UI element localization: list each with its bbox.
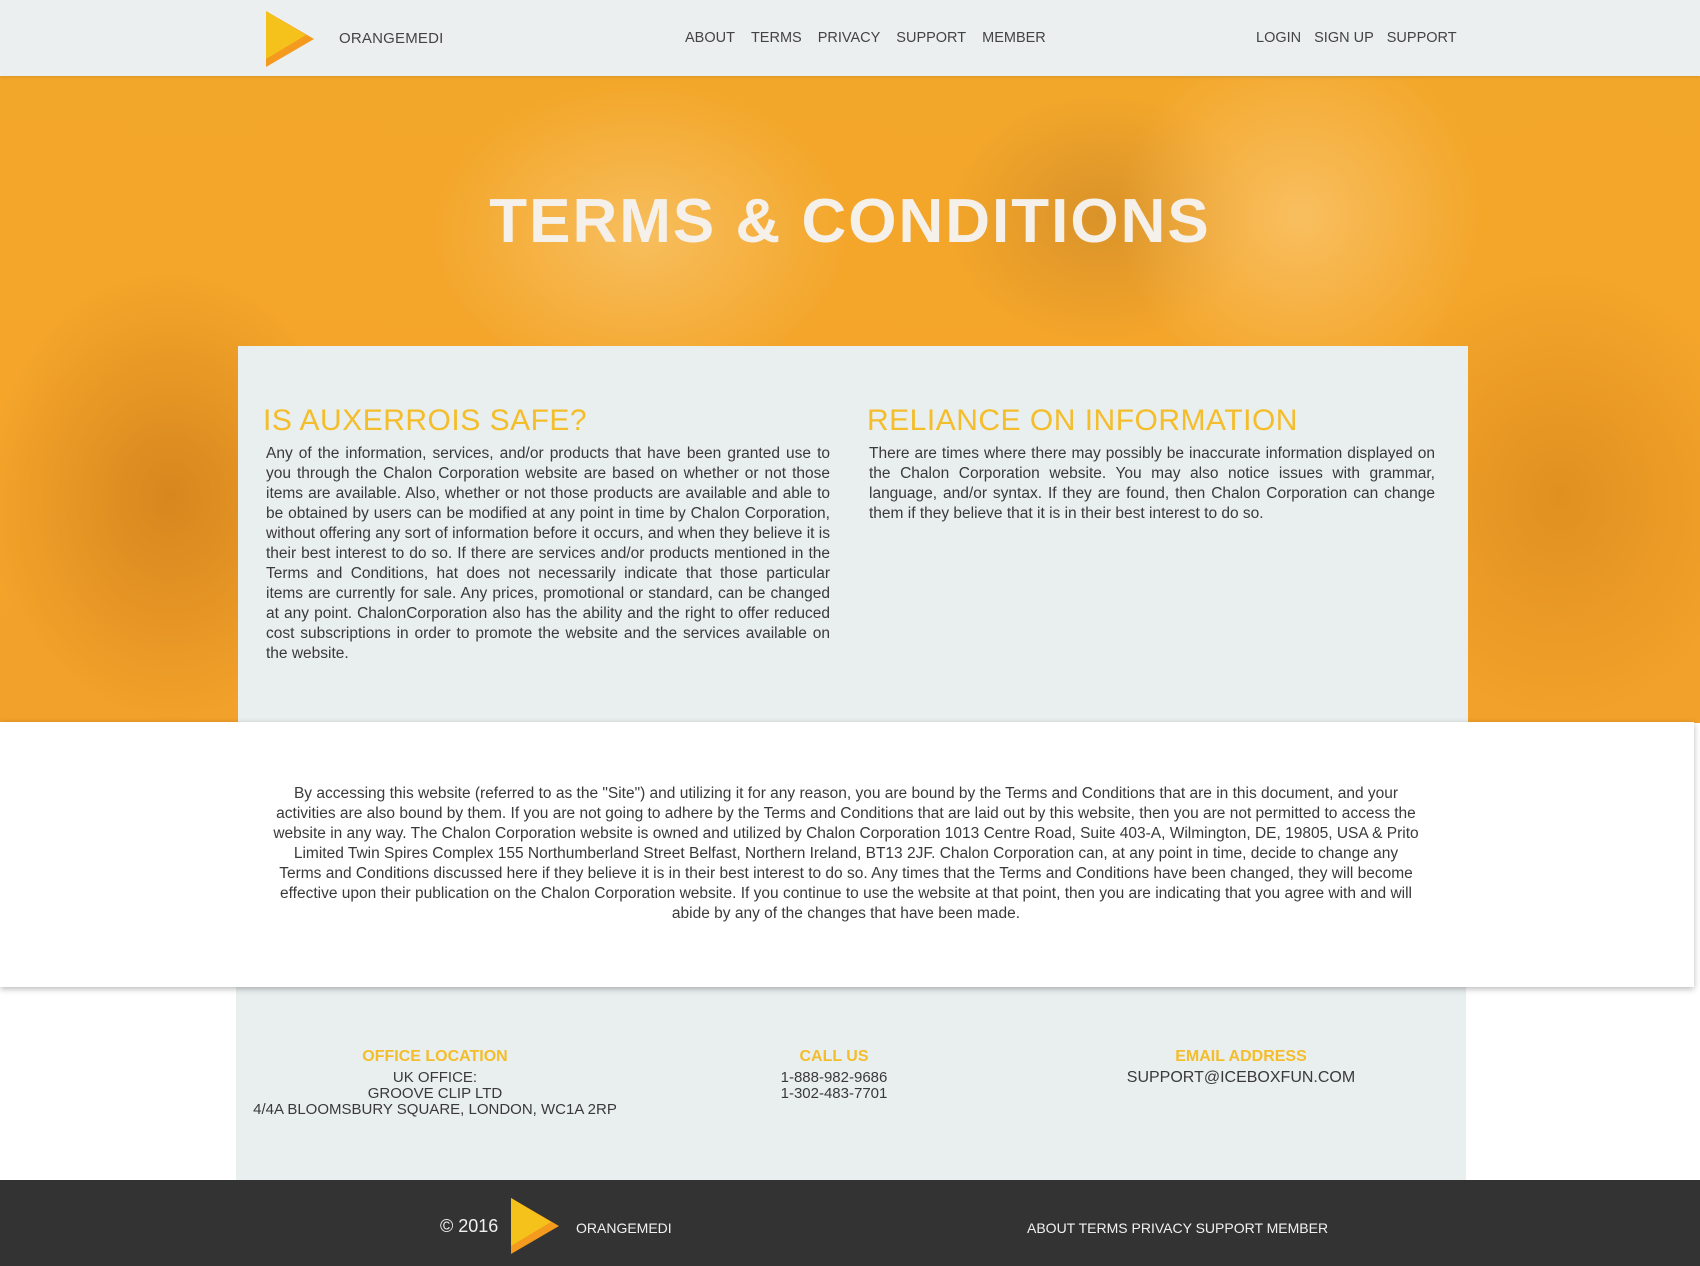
site-header: ORANGEMEDI ABOUT TERMS PRIVACY SUPPORT M… [0,0,1700,76]
nav-terms[interactable]: TERMS [751,30,802,46]
section-body: There are times where there may possibly… [869,445,1435,522]
play-logo-icon[interactable] [511,1198,559,1254]
brand-name[interactable]: ORANGEMEDI [339,30,444,47]
office-line: GROOVE CLIP LTD [367,1085,503,1102]
nav-member[interactable]: MEMBER [982,30,1046,46]
footer-nav-privacy[interactable]: PRIVACY [1132,1220,1196,1236]
phone-number[interactable]: 1-302-483-7701 [684,1086,984,1102]
call-heading: CALL US [799,1048,869,1065]
section-heading: IS AUXERROIS SAFE? [263,404,588,437]
footer-brand[interactable]: ORANGEMEDI [576,1220,672,1236]
email-heading: EMAIL ADDRESS [1175,1048,1307,1065]
account-nav: LOGIN SIGN UP SUPPORT [1256,30,1470,46]
office-line: UK OFFICE: [392,1069,478,1086]
contact-section: OFFICE LOCATION UK OFFICE: GROOVE CLIP L… [236,980,1466,1180]
phone-number[interactable]: 1-888-982-9686 [684,1070,984,1086]
play-logo-icon[interactable] [266,11,314,67]
office-location: OFFICE LOCATION UK OFFICE: GROOVE CLIP L… [236,1048,634,1118]
site-footer: © 2016 ORANGEMEDI ABOUT TERMS PRIVACY SU… [0,1180,1700,1266]
login-link[interactable]: LOGIN [1256,30,1301,46]
section-body: Any of the information, services, and/or… [266,445,830,662]
support-link[interactable]: SUPPORT [1387,30,1457,46]
footer-nav: ABOUT TERMS PRIVACY SUPPORT MEMBER [1027,1220,1328,1236]
footer-nav-support[interactable]: SUPPORT [1196,1220,1267,1236]
intro-text: By accessing this website (referred to a… [273,785,1419,922]
page-title: TERMS & CONDITIONS [489,187,1211,256]
email-address: EMAIL ADDRESS SUPPORT@ICEBOXFUN.COM [1036,1048,1446,1086]
call-us: CALL US 1-888-982-9686 1-302-483-7701 [684,1048,984,1102]
nav-privacy[interactable]: PRIVACY [818,30,881,46]
footer-nav-about[interactable]: ABOUT [1027,1220,1079,1236]
main-nav: ABOUT TERMS PRIVACY SUPPORT MEMBER [685,30,1062,46]
footer-nav-terms[interactable]: TERMS [1079,1220,1132,1236]
terms-panel: IS AUXERROIS SAFE? Any of the informatio… [238,346,1468,724]
nav-support[interactable]: SUPPORT [896,30,966,46]
footer-nav-member[interactable]: MEMBER [1267,1220,1328,1236]
nav-about[interactable]: ABOUT [685,30,735,46]
email-link[interactable]: SUPPORT@ICEBOXFUN.COM [1036,1070,1446,1086]
terms-intro: By accessing this website (referred to a… [0,722,1694,987]
signup-link[interactable]: SIGN UP [1314,30,1374,46]
copyright: © 2016 [440,1216,499,1236]
office-heading: OFFICE LOCATION [362,1048,508,1065]
section-reliance: RELIANCE ON INFORMATION There are times … [867,404,1435,524]
section-safety: IS AUXERROIS SAFE? Any of the informatio… [263,404,830,664]
office-line: 4/4A BLOOMSBURY SQUARE, LONDON, WC1A 2RP [253,1101,617,1118]
section-heading: RELIANCE ON INFORMATION [867,404,1298,437]
